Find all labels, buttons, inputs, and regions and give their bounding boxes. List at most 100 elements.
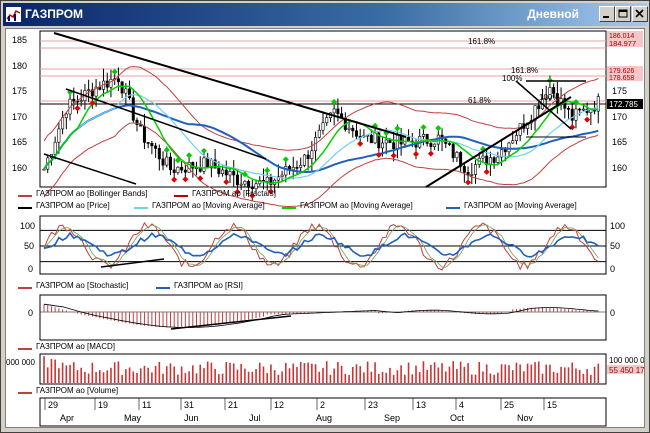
date-month-label: Jun: [184, 413, 199, 423]
date-month-label: Sep: [384, 413, 400, 423]
date-day-label: 31: [184, 400, 194, 410]
date-month-label: Jul: [249, 413, 261, 423]
y-tick: 180: [12, 61, 27, 71]
maximize-button[interactable]: [615, 6, 631, 22]
y-tick-right: 175: [612, 86, 627, 96]
volume-value: 55 450 179: [609, 366, 644, 375]
date-month-label: Nov: [517, 413, 534, 423]
candle-body: [53, 141, 57, 155]
candle-body: [131, 97, 135, 121]
candle-body: [228, 171, 232, 176]
date-day-label: 15: [547, 400, 557, 410]
candle-body: [421, 133, 425, 137]
stochastic-legend: ГАЗПРОМ ао [Stochastic]: [36, 281, 129, 290]
y-tick-right: 0: [610, 264, 615, 274]
candle-body: [64, 113, 68, 119]
candle-body: [395, 135, 399, 149]
candle-body: [79, 100, 83, 102]
candle-body: [157, 148, 161, 160]
candle-body: [150, 143, 154, 147]
ma-legend: ГАЗПРОМ ао [Moving Average]: [152, 201, 265, 210]
close-button[interactable]: [632, 6, 648, 22]
candle-body: [507, 142, 511, 153]
macd-legend-swatch: [18, 348, 32, 350]
candle-body: [135, 119, 139, 125]
candle-body: [165, 156, 169, 166]
y-tick-right: 160: [612, 163, 627, 173]
last-price-text: 172.785: [609, 100, 638, 109]
candle-body: [265, 177, 269, 182]
candle-body: [369, 134, 373, 144]
date-day-label: 25: [504, 400, 514, 410]
candle-body: [321, 122, 325, 131]
candle-body: [299, 165, 303, 168]
candle-body: [206, 157, 210, 169]
close-icon: [635, 9, 644, 18]
window-title: ГАЗПРОМ: [25, 7, 84, 21]
candle-body: [351, 127, 355, 132]
candle-body: [451, 143, 455, 159]
candle-body: [306, 154, 310, 159]
rsi-legend: ГАЗПРОМ ао [RSI]: [174, 281, 243, 290]
minimize-button[interactable]: [599, 6, 615, 22]
fractals-legend-swatch: [174, 195, 188, 197]
candle-body: [128, 88, 132, 99]
candle-body: [61, 117, 65, 130]
candle-body: [180, 166, 184, 171]
candle-body: [176, 166, 180, 173]
ma-legend-swatch: [134, 207, 148, 209]
candle-body: [407, 136, 411, 142]
candle: [302, 153, 306, 168]
candle-body: [511, 140, 515, 144]
candle-body: [570, 108, 574, 121]
title-bar[interactable]: ГАЗПРОМ Дневной: [3, 3, 648, 26]
stochastic-panel[interactable]: [39, 215, 607, 275]
ma-legend-swatch: [446, 207, 460, 209]
candle-body: [202, 157, 206, 172]
fib-label: 161.8%: [468, 37, 495, 46]
candle-body: [578, 108, 582, 111]
candle-body: [280, 174, 284, 178]
ma-legend: ГАЗПРОМ ао [Moving Average]: [300, 201, 413, 210]
date-month-label: May: [124, 413, 142, 423]
candle-body: [224, 169, 228, 176]
y-tick: 0: [28, 308, 33, 318]
candle-body: [168, 156, 172, 171]
date-month-label: Oct: [450, 413, 465, 423]
chart-app-icon: [6, 7, 21, 22]
candle-body: [470, 174, 474, 176]
volume-legend: ГАЗПРОМ ао [Volume]: [36, 386, 119, 395]
candle-body: [247, 180, 251, 188]
volume-scale-left: 000 000: [6, 358, 35, 367]
macd-panel[interactable]: [39, 294, 607, 341]
chart-pane[interactable]: 185 180 175 170 165 160 175 170 165 160 …: [5, 28, 650, 428]
y-tick-right: 165: [612, 137, 627, 147]
candle-body: [325, 117, 329, 124]
candle-body: [124, 88, 128, 94]
candle-body: [381, 142, 385, 149]
period-label: Дневной: [527, 7, 579, 21]
chart-canvas[interactable]: 185 180 175 170 165 160 175 170 165 160 …: [6, 29, 650, 427]
candle-body: [57, 128, 61, 143]
y-tick: 100: [20, 221, 35, 231]
date-day-label: 11: [142, 400, 151, 410]
y-tick: 165: [12, 137, 27, 147]
candle-body: [496, 156, 500, 163]
rsi-legend-swatch: [156, 287, 170, 289]
candle-body: [481, 155, 485, 159]
candle-body: [403, 136, 407, 145]
candle-body: [567, 108, 571, 110]
fractals-legend: ГАЗПРОМ ао [Fractals]: [192, 189, 276, 198]
candle-body: [221, 169, 225, 174]
y-tick: 170: [12, 112, 27, 122]
candle-body: [235, 174, 239, 186]
candle-body: [302, 154, 306, 166]
date-day-label: 29: [48, 400, 58, 410]
ma-legend-swatch: [282, 207, 296, 209]
y-tick-right: 170: [612, 112, 627, 122]
candle-body: [462, 166, 466, 173]
candle-body: [172, 169, 176, 173]
candle-body: [239, 183, 243, 186]
candle-body: [291, 167, 295, 171]
minimize-icon: [603, 16, 609, 18]
